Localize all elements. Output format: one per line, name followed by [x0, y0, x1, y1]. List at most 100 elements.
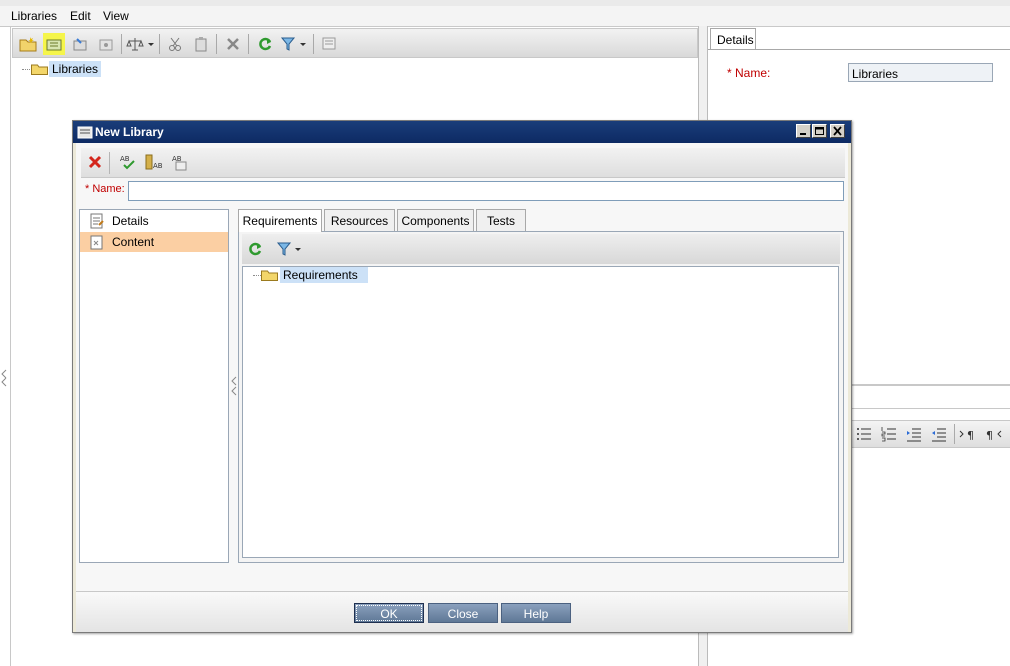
content-icon: [90, 235, 103, 250]
new-library-button[interactable]: [43, 33, 65, 55]
bullet-list-button[interactable]: [856, 426, 872, 442]
filter-button[interactable]: [276, 241, 304, 257]
refresh-button[interactable]: [247, 241, 263, 257]
menu-bar: Libraries Edit View: [0, 6, 1010, 27]
folder-icon: [261, 270, 278, 281]
side-item-content[interactable]: Content: [80, 232, 228, 252]
scales-icon: [126, 38, 154, 51]
numbered-list-button[interactable]: [881, 426, 897, 442]
library-compare-icon: [99, 39, 113, 51]
delete-button[interactable]: [222, 33, 244, 55]
compare-library-button[interactable]: [95, 33, 117, 55]
tab-panel: Requirements: [238, 231, 844, 563]
tab-requirements[interactable]: Requirements: [238, 209, 322, 232]
tree-line: [22, 69, 30, 71]
tree-line: [253, 275, 261, 277]
dialog-toolbar: AB AB AB: [81, 148, 845, 178]
toolbar-separator: [159, 34, 160, 54]
dialog-body: AB AB AB * Name: Details Content Require…: [76, 143, 848, 632]
name-label: * Name:: [727, 66, 771, 80]
toolbar-separator: [216, 34, 217, 54]
spelling-options-icon: AB: [172, 155, 187, 171]
toolbar-separator: [954, 424, 955, 444]
import-library-button[interactable]: [69, 33, 91, 55]
tab-details[interactable]: Details: [710, 28, 756, 50]
left-collapse-handle[interactable]: [0, 368, 8, 388]
name-input[interactable]: [128, 181, 844, 201]
indent-button[interactable]: [906, 426, 922, 442]
tab-tests[interactable]: Tests: [476, 209, 526, 231]
maximize-button[interactable]: [812, 124, 827, 138]
main-toolbar: [12, 28, 698, 58]
close-window-button[interactable]: [830, 124, 845, 138]
toolbar-separator: [121, 34, 122, 54]
new-folder-button[interactable]: [17, 33, 39, 55]
ltr-paragraph-button[interactable]: ¶: [959, 426, 979, 442]
spelling-options-button[interactable]: AB: [171, 153, 189, 171]
dialog-title-bar[interactable]: New Library: [73, 121, 851, 143]
help-button[interactable]: Help: [501, 603, 571, 623]
tab-strip-line: [708, 49, 1010, 50]
spell-check-icon: AB: [120, 155, 135, 170]
close-icon: [833, 126, 842, 136]
maximize-icon: [815, 127, 824, 135]
spell-check-button[interactable]: AB: [119, 153, 137, 171]
new-library-icon: [46, 39, 62, 51]
ok-button[interactable]: OK: [354, 603, 424, 623]
ltr-paragraph-icon: ¶: [959, 429, 974, 442]
bullet-list-icon: [857, 428, 871, 440]
comment-icon: [322, 37, 336, 50]
new-library-dialog: New Library AB AB AB * Name: Details Con…: [72, 120, 852, 633]
menu-view[interactable]: View: [103, 9, 129, 23]
rich-text-toolbar: ¶ ¶: [850, 420, 1010, 448]
requirements-tree: Requirements: [242, 266, 839, 558]
tab-components[interactable]: Components: [397, 209, 474, 231]
name-field[interactable]: Libraries: [848, 63, 993, 82]
rtl-paragraph-button[interactable]: ¶: [986, 426, 1008, 442]
tree-node-requirements[interactable]: Requirements: [280, 267, 368, 283]
indent-icon: [907, 428, 921, 442]
side-navigation: Details Content: [79, 209, 229, 563]
content-splitter-handle[interactable]: [230, 375, 238, 397]
thesaurus-button[interactable]: AB: [145, 153, 163, 171]
folder-icon: [31, 64, 48, 75]
dialog-footer: OK Close Help: [76, 591, 848, 632]
svg-text:AB: AB: [120, 155, 130, 163]
collapse-arrow-icon: [1, 369, 7, 387]
paste-button[interactable]: [190, 33, 212, 55]
red-x-icon: [88, 155, 102, 169]
menu-libraries[interactable]: Libraries: [11, 9, 57, 23]
clipboard-icon: [195, 37, 207, 52]
compare-button[interactable]: [125, 33, 155, 55]
collapse-arrow-icon: [231, 376, 237, 396]
side-item-label: Details: [112, 214, 149, 228]
minimize-button[interactable]: [796, 124, 811, 138]
tab-resources[interactable]: Resources: [324, 209, 395, 231]
minimize-icon: [800, 133, 806, 135]
dialog-title: New Library: [95, 125, 164, 139]
filter-button[interactable]: [279, 33, 309, 55]
import-library-icon: [73, 38, 87, 51]
cut-button[interactable]: [164, 33, 186, 55]
refresh-button[interactable]: [254, 33, 276, 55]
side-item-details[interactable]: Details: [80, 211, 228, 231]
menu-edit[interactable]: Edit: [70, 9, 91, 23]
tree-node-libraries[interactable]: Libraries: [49, 61, 102, 77]
left-pane-border: [10, 26, 11, 666]
rtl-paragraph-icon: ¶: [986, 429, 1002, 442]
scissors-icon: [169, 37, 181, 51]
refresh-icon: [259, 37, 272, 51]
thesaurus-icon: AB: [145, 154, 163, 170]
close-button[interactable]: Close: [428, 603, 498, 623]
outdent-icon: [932, 428, 946, 442]
name-label: * Name:: [85, 183, 125, 195]
outdent-button[interactable]: [931, 426, 947, 442]
main-tree: Libraries: [12, 60, 696, 90]
new-folder-icon: [19, 37, 37, 52]
comments-button[interactable]: [318, 33, 340, 55]
svg-text:¶: ¶: [986, 429, 993, 442]
refresh-icon: [249, 242, 262, 256]
filter-icon: [280, 37, 306, 51]
details-icon: [90, 213, 104, 229]
cancel-changes-button[interactable]: [87, 154, 103, 170]
